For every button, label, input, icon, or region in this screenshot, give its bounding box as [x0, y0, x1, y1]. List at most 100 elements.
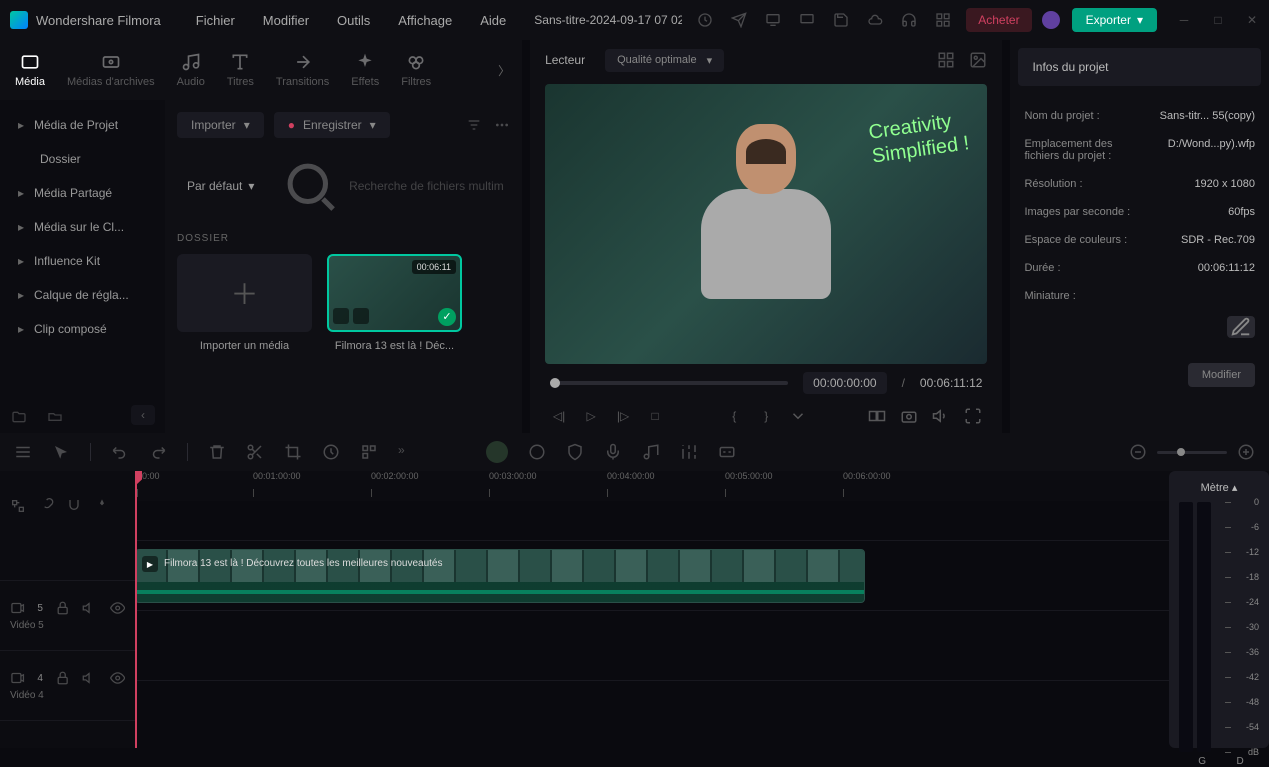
sidebar-adjustment-layer[interactable]: ▸Calque de régla... [0, 278, 165, 312]
buy-button[interactable]: Acheter [966, 8, 1031, 32]
tab-titles[interactable]: Titres [227, 52, 254, 88]
sidebar-cloud-media[interactable]: ▸Média sur le Cl... [0, 210, 165, 244]
menu-file[interactable]: Fichier [196, 13, 235, 28]
tab-effects[interactable]: Effets [351, 52, 379, 88]
stop-icon[interactable]: □ [646, 407, 664, 425]
track-mute-icon[interactable] [82, 670, 97, 686]
tl-link2-icon[interactable] [38, 498, 54, 514]
play-icon[interactable]: ▷ [582, 407, 600, 425]
zoom-slider[interactable] [1157, 451, 1227, 454]
fullscreen-icon[interactable] [964, 407, 982, 425]
tl-tracks-icon[interactable] [14, 443, 32, 461]
tl-shield-icon[interactable] [566, 443, 584, 461]
quality-select[interactable]: Qualité optimale▾ [605, 49, 724, 72]
media-clip-tile[interactable]: 00:06:11 ✓ Filmora 13 est là ! Déc... [327, 254, 462, 352]
screen2-icon[interactable] [799, 12, 815, 28]
track-mute-icon[interactable] [82, 600, 97, 616]
sidebar-compound-clip[interactable]: ▸Clip composé [0, 312, 165, 346]
seek-slider[interactable] [550, 381, 788, 385]
timeline-row[interactable] [135, 501, 1269, 541]
tl-delete-icon[interactable] [208, 443, 226, 461]
search-input[interactable] [274, 150, 510, 223]
tl-music-icon[interactable] [642, 443, 660, 461]
tab-filters[interactable]: Filtres [401, 52, 431, 88]
folder-icon[interactable] [46, 409, 64, 425]
modify-button[interactable]: Modifier [1188, 363, 1255, 387]
tabs-more-icon[interactable]: 〉 [498, 62, 510, 79]
tab-audio[interactable]: Audio [177, 52, 205, 88]
timeline-row[interactable]: ▶ Filmora 13 est là ! Découvrez toutes l… [135, 541, 1269, 611]
sidebar-influence-kit[interactable]: ▸Influence Kit [0, 244, 165, 278]
track-visibility-icon[interactable] [110, 670, 125, 686]
tl-marker-icon[interactable] [94, 498, 110, 514]
maximize-icon[interactable]: □ [1211, 13, 1225, 27]
tl-pointer-icon[interactable] [52, 443, 70, 461]
minimize-icon[interactable]: ─ [1177, 13, 1191, 27]
zoom-out-icon[interactable] [1129, 443, 1147, 461]
tl-redo-icon[interactable] [149, 443, 167, 461]
send-icon[interactable] [731, 12, 747, 28]
filter-icon[interactable] [466, 117, 482, 133]
tl-mixer-icon[interactable] [680, 443, 698, 461]
meter-title[interactable]: Mètre ▴ [1179, 481, 1259, 494]
import-button[interactable]: Importer▾ [177, 112, 264, 138]
mark-in-icon[interactable]: { [725, 407, 743, 425]
tl-speed-icon[interactable] [322, 443, 340, 461]
next-frame-icon[interactable]: |▷ [614, 407, 632, 425]
save-icon[interactable] [833, 12, 849, 28]
tl-color-icon[interactable] [528, 443, 546, 461]
track-lock-icon[interactable] [55, 670, 70, 686]
sidebar-folder[interactable]: Dossier [0, 142, 165, 176]
timeline-clip[interactable]: ▶ Filmora 13 est là ! Découvrez toutes l… [135, 549, 865, 603]
track-lock-icon[interactable] [55, 600, 70, 616]
track-header-video4[interactable]: 4 Vidéo 4 [0, 651, 135, 721]
grid-view-icon[interactable] [937, 51, 955, 69]
import-media-tile[interactable]: ＋ Importer un média [177, 254, 312, 352]
tl-mic-icon[interactable] [604, 443, 622, 461]
tl-cut-icon[interactable] [246, 443, 264, 461]
zoom-in-icon[interactable] [1237, 443, 1255, 461]
sort-select[interactable]: Par défaut▾ [177, 173, 264, 199]
compare-icon[interactable] [868, 407, 886, 425]
prev-frame-icon[interactable]: ◁| [550, 407, 568, 425]
edit-thumbnail-button[interactable] [1227, 316, 1255, 338]
menu-edit[interactable]: Modifier [263, 13, 309, 28]
timeline-ruler[interactable]: 00:00 00:01:00:00 00:02:00:00 00:03:00:0… [135, 471, 1269, 501]
menu-tools[interactable]: Outils [337, 13, 370, 28]
timeline-row[interactable] [135, 611, 1269, 681]
grid-icon[interactable] [935, 12, 951, 28]
snapshot-icon[interactable] [900, 407, 918, 425]
user-avatar[interactable] [1042, 11, 1060, 29]
picture-icon[interactable] [969, 51, 987, 69]
marker-menu-icon[interactable] [789, 407, 807, 425]
export-button[interactable]: Exporter▾ [1072, 8, 1157, 32]
tl-magnet-icon[interactable] [66, 498, 82, 514]
playhead[interactable] [135, 471, 137, 748]
sidebar-project-media[interactable]: ▸Média de Projet [0, 108, 165, 142]
tl-undo-icon[interactable] [111, 443, 129, 461]
collapse-sidebar-icon[interactable]: ‹ [131, 405, 155, 425]
track-header-video5[interactable]: 5 Vidéo 5 [0, 581, 135, 651]
tab-transitions[interactable]: Transitions [276, 52, 329, 88]
track-visibility-icon[interactable] [110, 600, 125, 616]
sidebar-shared-media[interactable]: ▸Média Partagé [0, 176, 165, 210]
tl-group-icon[interactable] [360, 443, 378, 461]
tl-ai-icon[interactable] [486, 441, 508, 463]
volume-icon[interactable] [932, 407, 950, 425]
tab-media[interactable]: Média [15, 52, 45, 88]
mark-out-icon[interactable]: } [757, 407, 775, 425]
more-icon[interactable] [494, 117, 510, 133]
new-folder-icon[interactable] [10, 409, 28, 425]
close-icon[interactable]: ✕ [1245, 13, 1259, 27]
tl-link-icon[interactable] [10, 498, 26, 514]
screen-icon[interactable] [765, 12, 781, 28]
tl-more-icon[interactable]: » [398, 443, 416, 461]
tl-caption-icon[interactable] [718, 443, 736, 461]
video-viewport[interactable]: CreativitySimplified ! [545, 84, 987, 364]
menu-view[interactable]: Affichage [398, 13, 452, 28]
cloud-icon[interactable] [867, 12, 883, 28]
menu-help[interactable]: Aide [480, 13, 506, 28]
tab-stock[interactable]: Médias d'archives [67, 52, 155, 88]
headphones-icon[interactable] [901, 12, 917, 28]
timecode-current[interactable]: 00:00:00:00 [803, 372, 886, 394]
